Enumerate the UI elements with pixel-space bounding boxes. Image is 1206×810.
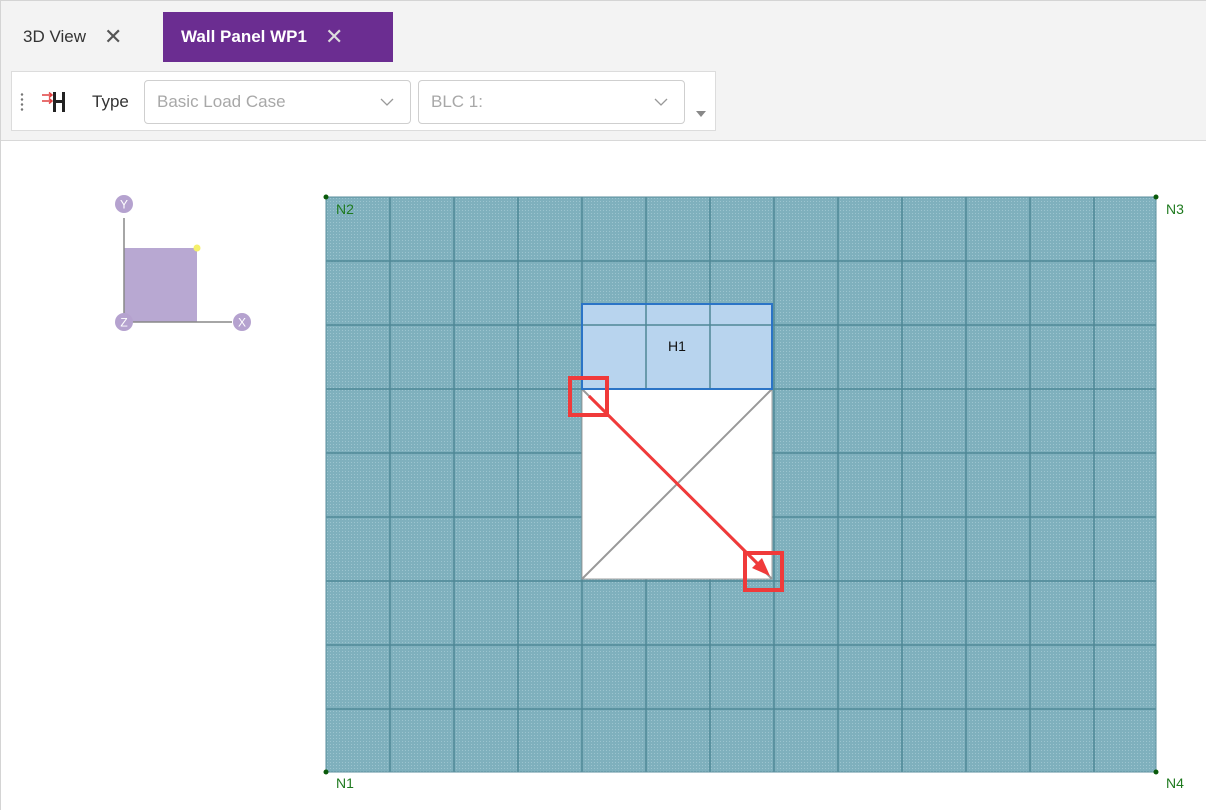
axis-plane [124, 248, 197, 322]
wall-panel-diagram[interactable]: Y Z X [0, 0, 1206, 810]
node-n4-marker[interactable] [1153, 769, 1159, 775]
x-axis-label: X [238, 316, 246, 330]
node-n1-marker[interactable] [323, 769, 329, 775]
node-label-n1: N1 [336, 775, 354, 791]
node-label-n3: N3 [1166, 201, 1184, 217]
axis-origin-dot [193, 244, 201, 252]
y-axis-label: Y [120, 198, 128, 212]
node-n3-marker[interactable] [1153, 194, 1159, 200]
z-axis-label: Z [120, 316, 127, 330]
node-n2-marker[interactable] [323, 194, 329, 200]
node-label-n2: N2 [336, 201, 354, 217]
node-label-n4: N4 [1166, 775, 1184, 791]
opening-label: H1 [668, 338, 686, 354]
axis-triad: Y Z X [115, 195, 251, 331]
